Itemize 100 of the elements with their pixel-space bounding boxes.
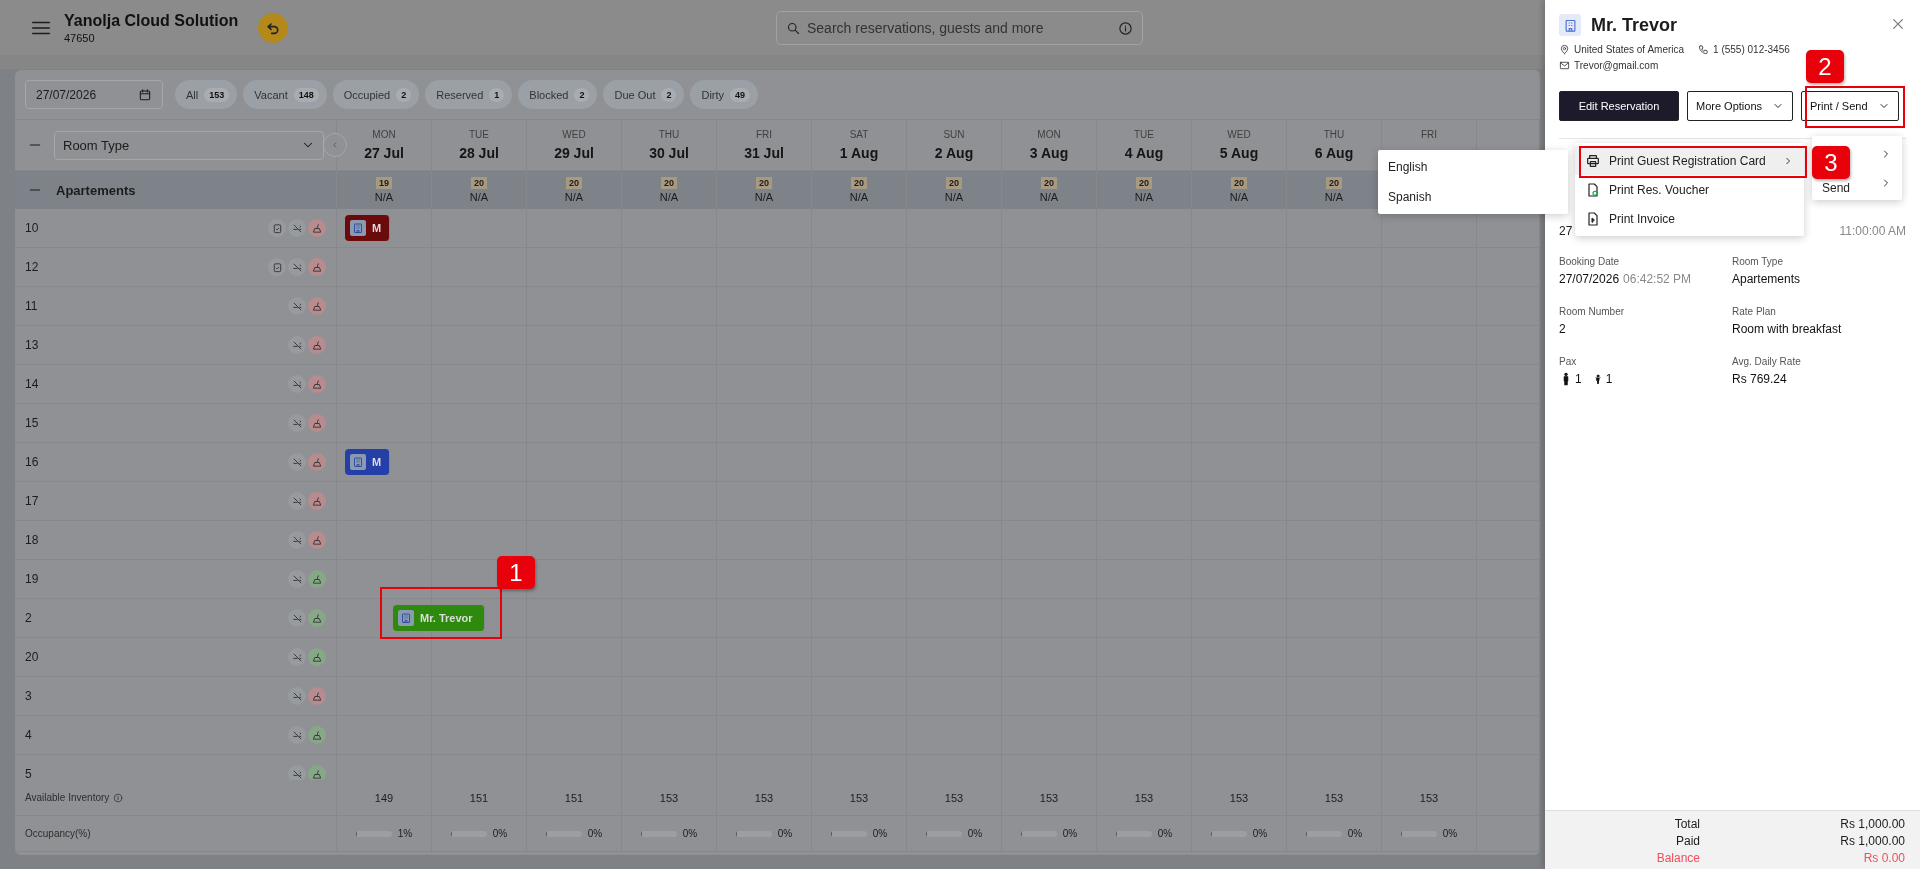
filter-chip[interactable]: Blocked 2	[518, 80, 598, 109]
inventory-value: 153	[754, 791, 774, 804]
language-option[interactable]: English	[1378, 152, 1568, 182]
filter-chip[interactable]: Due Out 2	[603, 80, 685, 109]
room-type-select[interactable]: Room Type	[54, 130, 324, 160]
occupancy-bar	[1210, 830, 1247, 837]
booking-block[interactable]: M	[345, 449, 390, 475]
occupancy-bar	[640, 830, 677, 837]
language-option[interactable]: Spanish	[1378, 182, 1568, 212]
weekday-label: WED	[1227, 129, 1251, 140]
occupancy-value: 0%	[682, 828, 698, 839]
room-number: 16	[25, 455, 39, 469]
booking-block[interactable]: M	[345, 215, 390, 241]
occupancy-bar	[450, 830, 487, 837]
occupancy-bar	[1115, 830, 1152, 837]
edit-button[interactable]: Edit Reservation	[1559, 91, 1679, 121]
room-number: 4	[25, 728, 32, 742]
printer-icon	[1585, 152, 1601, 169]
undo-icon[interactable]	[258, 12, 289, 43]
detail-value: Room with breakfast	[1732, 322, 1842, 336]
weekday-label: MON	[372, 129, 396, 140]
print-menu-item[interactable]: Print Res. Voucher	[1575, 175, 1804, 204]
filter-chip[interactable]: All 153	[175, 80, 238, 109]
rate-text: N/A	[1039, 191, 1059, 203]
location-pin-icon	[1559, 44, 1570, 55]
rate-text: N/A	[469, 191, 489, 203]
occupancy-value: 0%	[1347, 828, 1363, 839]
guest-name: M	[372, 222, 382, 234]
date-field[interactable]: 27/07/2026	[25, 80, 163, 109]
mail-icon	[1559, 60, 1570, 71]
menu-item-label[interactable]: Send	[1822, 180, 1851, 195]
filter-chip[interactable]: Occupied 2	[332, 80, 420, 109]
guest-country: United States of America	[1574, 44, 1685, 55]
total-label: Balance	[1655, 851, 1700, 865]
inventory-value: 153	[1324, 791, 1344, 804]
rate-text: N/A	[564, 191, 584, 203]
detail-value: Rs 769.24	[1732, 372, 1787, 386]
availability-count: 20	[661, 177, 677, 189]
filter-chip[interactable]: Reserved 1	[425, 80, 513, 109]
total-value: Rs 1,000.00	[1839, 817, 1905, 831]
detail-label: Pax	[1559, 356, 1578, 367]
building-icon	[1559, 14, 1581, 36]
search-icon	[786, 20, 801, 36]
dropdown-button[interactable]: Print / Send	[1801, 91, 1899, 121]
detail-value: 27	[1559, 224, 1574, 238]
inventory-value: 153	[944, 791, 964, 804]
step-badge: 2	[1806, 50, 1844, 83]
filter-chip[interactable]: Vacant 148	[243, 80, 327, 109]
availability-count: 20	[566, 177, 582, 189]
search-field[interactable]: Search reservations, guests and more	[776, 10, 1143, 45]
weekday-label: TUE	[469, 129, 489, 140]
step-badge: 3	[1812, 146, 1850, 179]
rate-text: N/A	[1324, 191, 1344, 203]
date-label: 6 Aug	[1314, 145, 1354, 161]
detail-label: Booking Date	[1559, 256, 1621, 267]
date-label: 2 Aug	[934, 145, 974, 161]
availability-count: 20	[851, 177, 867, 189]
occupancy-value: 0%	[967, 828, 983, 839]
availability-count: 20	[1231, 177, 1247, 189]
print-menu-item[interactable]: Print Guest Registration Card	[1575, 146, 1804, 175]
weekday-label: SAT	[849, 129, 869, 140]
weekday-label: THU	[658, 129, 680, 140]
occupancy-value: 0%	[1062, 828, 1078, 839]
guest-phone: 1 (555) 012-3456	[1713, 44, 1790, 55]
inventory-value: 151	[564, 791, 584, 804]
occupancy-bar	[545, 830, 582, 837]
no-smoking-icon	[288, 219, 306, 237]
rate-text: N/A	[1134, 191, 1154, 203]
room-number: 2	[25, 611, 32, 625]
occupancy-bar	[1305, 830, 1342, 837]
date-label: 4 Aug	[1124, 145, 1164, 161]
no-smoking-icon	[288, 570, 306, 588]
occupancy-value: 0%	[492, 828, 508, 839]
occupancy-label: Occupancy(%)	[25, 828, 91, 839]
room-number: 10	[25, 221, 39, 235]
child-count: 1	[1605, 372, 1613, 386]
total-value: Rs 0.00	[1862, 851, 1905, 865]
rate-text: N/A	[659, 191, 679, 203]
no-smoking-icon	[288, 375, 306, 393]
building-icon	[350, 454, 366, 470]
adult-count: 1	[1575, 372, 1582, 386]
print-menu-item[interactable]: Print Invoice	[1575, 204, 1804, 233]
weekday-label: MON	[1037, 129, 1061, 140]
date-label: 31 Jul	[744, 145, 784, 161]
inventory-value: 153	[1039, 791, 1059, 804]
rate-text: N/A	[849, 191, 869, 203]
no-smoking-icon	[288, 258, 306, 276]
room-number: 13	[25, 338, 39, 352]
occupancy-bar	[355, 830, 392, 837]
date-label: 3 Aug	[1029, 145, 1069, 161]
total-label: Total	[1673, 817, 1700, 831]
no-smoking-icon	[288, 336, 306, 354]
inventory-value: 149	[374, 791, 394, 804]
inventory-value: 153	[1229, 791, 1249, 804]
dropdown-button[interactable]: More Options	[1687, 91, 1794, 121]
date-label: 27 Jul	[364, 145, 404, 161]
document-check-icon	[1585, 181, 1601, 198]
filter-chip[interactable]: Dirty 49	[690, 80, 759, 109]
room-number: 19	[25, 572, 39, 586]
room-number: 17	[25, 494, 39, 508]
